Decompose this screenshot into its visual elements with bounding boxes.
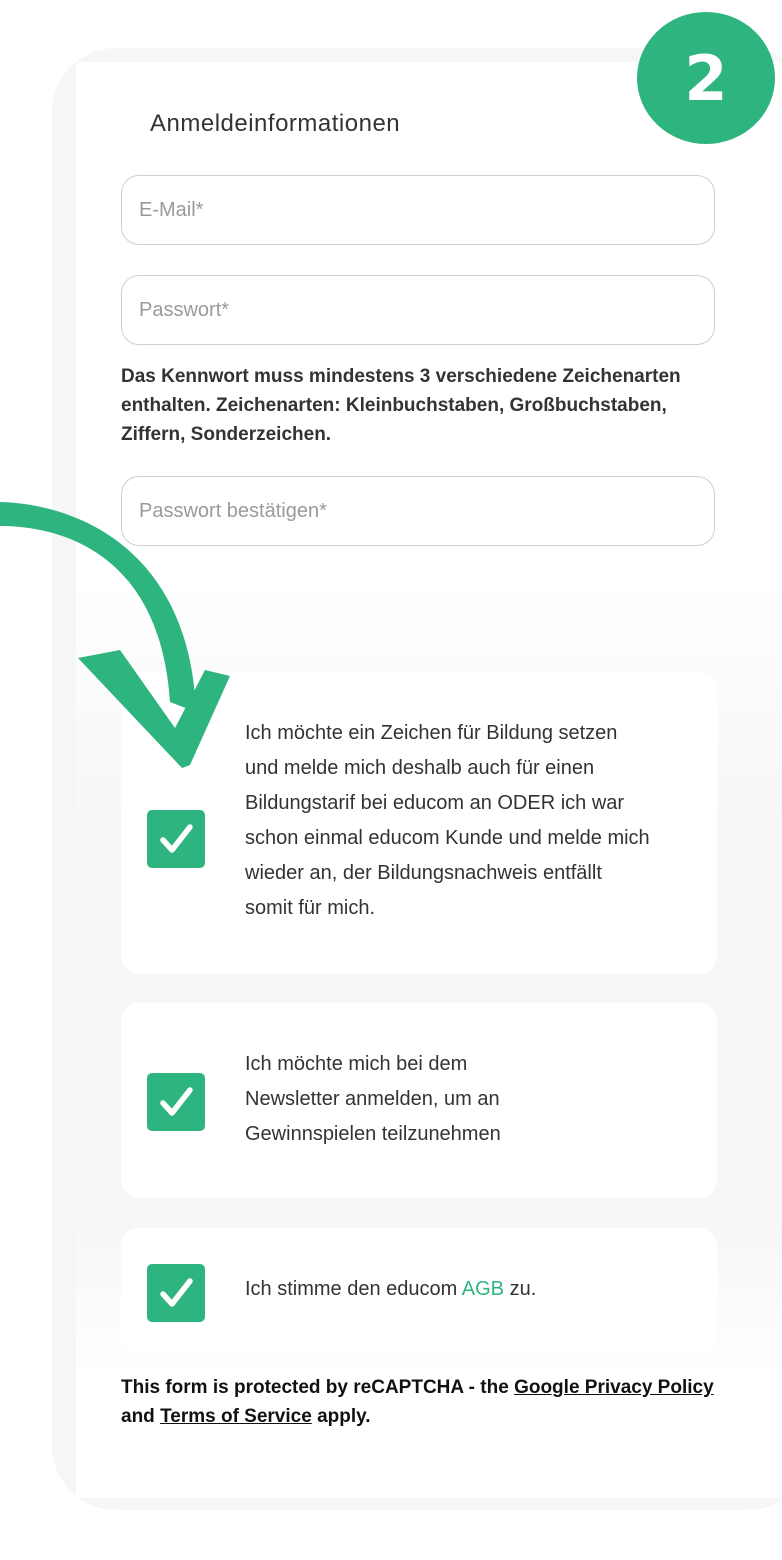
password-field-wrapper <box>121 275 715 345</box>
consent-terms-card: Ich stimme den educom AGB zu. <box>121 1228 717 1352</box>
consent-terms-label: Ich stimme den educom AGB zu. <box>245 1272 655 1307</box>
step-badge: 2 <box>637 12 775 144</box>
recaptcha-notice: This form is protected by reCAPTCHA - th… <box>121 1373 721 1431</box>
consent-newsletter-label: Ich möchte mich bei dem Newsletter anmel… <box>245 1053 501 1145</box>
email-field[interactable] <box>122 176 714 244</box>
recaptcha-text-middle: and <box>121 1406 161 1427</box>
consent-newsletter-checkbox[interactable] <box>147 1073 205 1131</box>
recaptcha-text-after: apply. <box>311 1406 371 1427</box>
consent-terms-text-before: Ich stimme den educom <box>245 1278 462 1300</box>
section-title: Anmeldeinformationen <box>150 110 401 137</box>
agb-link[interactable]: AGB <box>462 1278 504 1300</box>
password-field[interactable] <box>122 276 714 344</box>
consent-terms-text-after: zu. <box>504 1278 537 1300</box>
consent-education-label: Ich möchte ein Zeichen für Bildung setze… <box>245 722 650 919</box>
check-icon <box>160 1278 193 1307</box>
password-hint: Das Kennwort muss mindestens 3 verschied… <box>121 366 681 445</box>
consent-terms-checkbox[interactable] <box>147 1264 205 1322</box>
arrow-down-icon <box>0 502 230 768</box>
recaptcha-text-before: This form is protected by reCAPTCHA - th… <box>121 1377 515 1398</box>
check-icon <box>160 1087 193 1116</box>
privacy-policy-link[interactable]: Google Privacy Policy <box>514 1377 714 1398</box>
check-icon <box>160 824 193 853</box>
email-field-wrapper <box>121 175 715 245</box>
terms-of-service-link[interactable]: Terms of Service <box>160 1406 312 1427</box>
consent-education-checkbox[interactable] <box>147 810 205 868</box>
consent-newsletter-card: Ich möchte mich bei dem Newsletter anmel… <box>121 1003 717 1198</box>
